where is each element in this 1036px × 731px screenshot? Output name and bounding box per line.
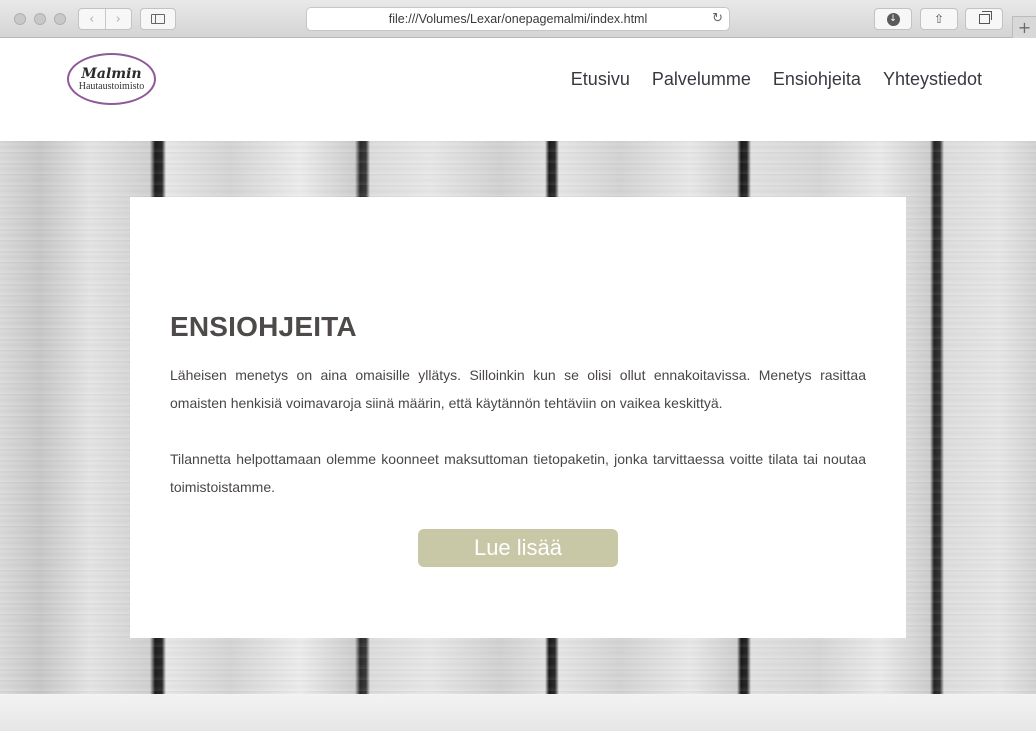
read-more-button[interactable]: Lue lisää xyxy=(418,529,618,567)
web-page: Malmin Hautaustoimisto Etusivu Palvelumm… xyxy=(0,38,1036,694)
content-card: ENSIOHJEITA Läheisen menetys on aina oma… xyxy=(130,197,906,638)
reload-icon[interactable]: ↻ xyxy=(712,11,723,26)
download-icon: ↓ xyxy=(886,12,900,26)
close-window-button[interactable] xyxy=(14,13,26,25)
share-icon: ⇧ xyxy=(933,12,945,26)
sidebar-icon xyxy=(151,14,165,24)
logo-script-text: Malmin xyxy=(81,65,142,82)
nav-item-etusivu[interactable]: Etusivu xyxy=(571,69,630,90)
zoom-window-button[interactable] xyxy=(54,13,66,25)
share-button[interactable]: ⇧ xyxy=(920,8,958,30)
site-header: Malmin Hautaustoimisto Etusivu Palvelumm… xyxy=(0,38,1036,141)
back-icon[interactable]: ‹ xyxy=(79,9,105,29)
downloads-button[interactable]: ↓ xyxy=(874,8,912,30)
tabs-icon xyxy=(978,11,992,24)
sidebar-toggle-button[interactable] xyxy=(140,8,176,30)
new-tab-icon[interactable]: + xyxy=(1012,16,1036,38)
address-bar[interactable]: file:///Volumes/Lexar/onepagemalmi/index… xyxy=(306,7,730,31)
intro-paragraph: Läheisen menetys on aina omaisille yllät… xyxy=(170,367,866,411)
hero-wood-background: ENSIOHJEITA Läheisen menetys on aina oma… xyxy=(0,141,1036,694)
window-bottom-edge xyxy=(0,694,1036,731)
nav-item-palvelumme[interactable]: Palvelumme xyxy=(652,69,751,90)
nav-item-yhteystiedot[interactable]: Yhteystiedot xyxy=(883,69,982,90)
forward-icon[interactable]: › xyxy=(104,9,132,29)
main-nav: Etusivu Palvelumme Ensiohjeita Yhteystie… xyxy=(571,69,982,90)
browser-toolbar: ‹ › file:///Volumes/Lexar/onepagemalmi/i… xyxy=(0,0,1036,38)
info-paragraph: Tilannetta helpottamaan olemme koonneet … xyxy=(170,451,866,495)
site-logo[interactable]: Malmin Hautaustoimisto xyxy=(67,53,156,105)
section-title: ENSIOHJEITA xyxy=(170,311,357,342)
address-text: file:///Volumes/Lexar/onepagemalmi/index… xyxy=(388,12,648,26)
show-tabs-button[interactable] xyxy=(965,8,1003,30)
history-nav: ‹ › xyxy=(78,8,132,30)
nav-item-ensiohjeita[interactable]: Ensiohjeita xyxy=(773,69,861,90)
minimize-window-button[interactable] xyxy=(34,13,46,25)
logo-subtitle: Hautaustoimisto xyxy=(78,80,145,92)
